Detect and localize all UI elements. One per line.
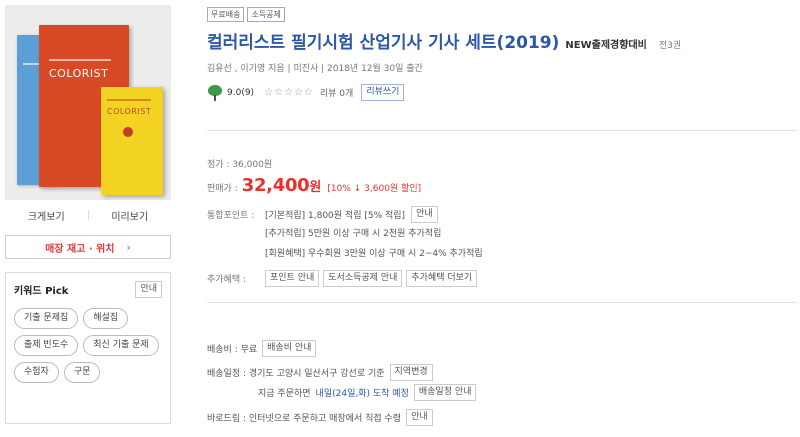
sale-price: 32,400 <box>241 175 310 196</box>
keyword-tag[interactable]: 기출 문제집 <box>14 308 79 329</box>
write-review-button[interactable]: 리뷰쓰기 <box>361 84 405 101</box>
cover-view-links: 크게보기 미리보기 <box>5 208 172 223</box>
store-stock-label: 매장 재고 · 위치 <box>45 243 115 255</box>
author-publisher-line: 김유선 , 이기영 지음 | 미진사 | 2018년 12월 30일 출간 <box>207 64 423 74</box>
delivery-schedule-guide-button[interactable]: 배송일정 안내 <box>413 384 477 401</box>
keyword-pick-header: 키워드 Pick 안내 <box>14 281 162 298</box>
keyword-tag-list: 기출 문제집 해설집 출제 빈도수 최신 기출 문제 수험자 구문 <box>14 308 162 383</box>
point-guide-button[interactable]: 포인트 안내 <box>265 270 320 287</box>
shipping-fee-guide-button[interactable]: 배송비 안내 <box>262 340 317 357</box>
keyword-tag[interactable]: 최신 기출 문제 <box>83 335 159 356</box>
volume-count: 전3권 <box>658 41 682 51</box>
points-member-row: [회원혜택] 우수회원 3만원 이상 구매 시 2~4% 추가적립 <box>207 246 489 259</box>
points-label: 통합포인트 : <box>207 211 255 221</box>
keyword-tag[interactable]: 수험자 <box>14 362 59 383</box>
points-extra: [추가적립] 5만원 이상 구매 시 2천원 추가적립 <box>265 229 442 239</box>
rating-score: 9.0(9) <box>227 87 255 98</box>
store-stock-button[interactable]: 매장 재고 · 위치 › <box>5 235 171 259</box>
list-price: 정가 : 36,000원 <box>207 160 273 170</box>
shipping-fee: 배송비 : 무료 <box>207 345 258 355</box>
chevron-right-icon: › <box>126 240 131 254</box>
baro-pickup: 바로드림 : 인터넷으로 주문하고 매장에서 직접 수령 <box>207 414 402 424</box>
points-guide-button[interactable]: 안내 <box>411 206 438 223</box>
currency-unit: 원 <box>309 180 322 195</box>
product-title-extra: NEW출제경향대비 <box>565 40 647 51</box>
points-extra-row: [추가적립] 5만원 이상 구매 시 2천원 추가적립 <box>207 226 447 239</box>
view-large-link[interactable]: 크게보기 <box>5 208 88 223</box>
star-rating-icon: ☆☆☆☆☆ <box>264 87 314 98</box>
cover-badge-icon <box>123 127 133 137</box>
cover-book-title: COLORIST <box>49 67 109 80</box>
tree-icon <box>207 84 223 101</box>
product-title-row: 컬러리스트 필기시험 산업기사 기사 세트(2019) NEW출제경향대비 전3… <box>207 28 681 53</box>
keyword-pick-panel: 키워드 Pick 안내 기출 문제집 해설집 출제 빈도수 최신 기출 문제 수… <box>5 272 171 424</box>
keyword-pick-title: 키워드 Pick <box>14 286 69 297</box>
keyword-tag[interactable]: 출제 빈도수 <box>14 335 79 356</box>
cover-book-yellow: COLORIST <box>101 87 163 195</box>
sale-price-label: 판매가 : <box>207 184 238 194</box>
keyword-guide-button[interactable]: 안내 <box>135 281 162 298</box>
more-benefits-button[interactable]: 추가혜택 더보기 <box>406 270 478 287</box>
view-preview-link[interactable]: 미리보기 <box>89 208 172 223</box>
delivery-date: 내일(24일,화) 도착 예정 <box>315 389 409 399</box>
shipping-fee-row: 배송비 : 무료 배송비 안내 <box>207 340 317 357</box>
cover-rule <box>107 99 151 101</box>
shipping-schedule: 배송일정 : 경기도 고양시 일산서구 강선로 기준 <box>207 369 385 379</box>
rating-row: 9.0(9) ☆☆☆☆☆ 리뷰 0개 리뷰쓰기 <box>207 84 405 101</box>
baro-guide-button[interactable]: 안내 <box>406 409 433 426</box>
income-deduction-guide-button[interactable]: 도서소득공제 안내 <box>323 270 403 287</box>
discount-info: [10% ↓ 3,600원 할인] <box>327 184 422 194</box>
baro-pickup-row: 바로드림 : 인터넷으로 주문하고 매장에서 직접 수령 안내 <box>207 409 433 426</box>
cover-rule <box>49 59 111 61</box>
sale-price-row: 판매가 : 32,400 원 [10% ↓ 3,600원 할인] <box>207 175 421 196</box>
cover-book-title-front: COLORIST <box>107 107 152 116</box>
extra-benefits-row: 추가혜택 : 포인트 안내 도서소득공제 안내 추가혜택 더보기 <box>207 270 481 287</box>
product-badges: 무료배송 소득공제 <box>207 7 285 22</box>
points-member: [회원혜택] 우수회원 3만원 이상 구매 시 2~4% 추가적립 <box>265 249 483 259</box>
points-basic: [기본적립] 1,800원 적립 [5% 적립] <box>265 211 406 221</box>
order-prefix: 지금 주문하면 <box>258 389 311 399</box>
free-shipping-badge: 무료배송 <box>207 7 245 22</box>
review-count: 리뷰 0개 <box>319 89 354 99</box>
product-title: 컬러리스트 필기시험 산업기사 기사 세트(2019) <box>207 33 560 53</box>
keyword-tag[interactable]: 구문 <box>63 362 101 383</box>
delivery-estimate-row: 지금 주문하면 내일(24일,화) 도착 예정 배송일정 안내 <box>258 384 477 401</box>
divider <box>207 302 797 303</box>
keyword-tag[interactable]: 해설집 <box>83 308 129 329</box>
tax-deduction-badge: 소득공제 <box>247 7 285 22</box>
book-cover-image[interactable]: COLORIST COLORIST <box>5 5 171 200</box>
points-basic-row: 통합포인트 : [기본적립] 1,800원 적립 [5% 적립] 안내 <box>207 206 438 223</box>
extra-benefits-label: 추가혜택 : <box>207 275 247 285</box>
divider <box>207 130 797 131</box>
change-region-button[interactable]: 지역변경 <box>389 364 433 381</box>
shipping-schedule-row: 배송일정 : 경기도 고양시 일산서구 강선로 기준 지역변경 <box>207 364 433 381</box>
